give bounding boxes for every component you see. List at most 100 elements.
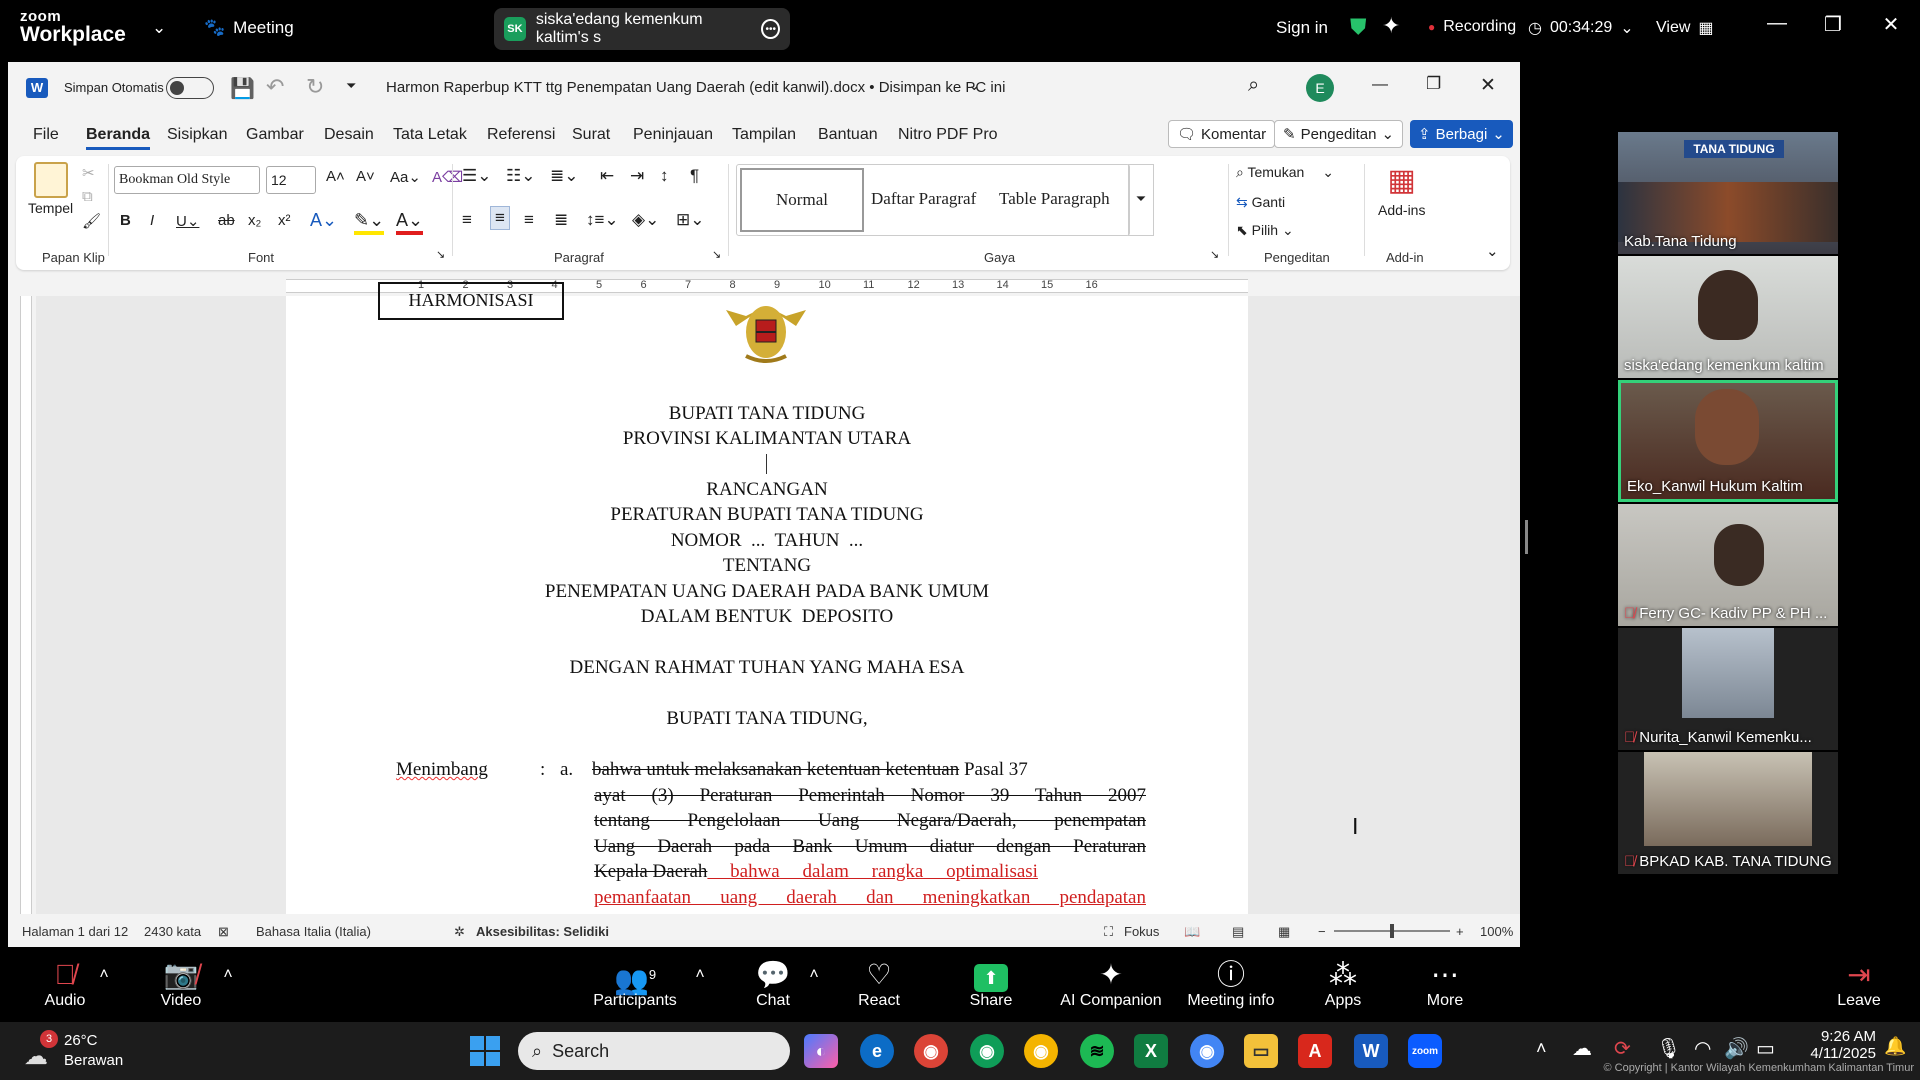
acrobat-icon[interactable]: A: [1298, 1034, 1332, 1068]
restore-icon[interactable]: ❐: [1426, 74, 1441, 94]
cut-icon[interactable]: ✂: [82, 164, 95, 182]
horizontal-ruler[interactable]: 1 2 3 4 5 6 7 8 9 10 11 12 13 14 15 16: [8, 276, 1520, 296]
select-button[interactable]: ⬉ Pilih ⌄: [1236, 222, 1294, 239]
paste-button[interactable]: Tempel: [28, 162, 73, 216]
find-button[interactable]: ⌕ Temukan ⌄: [1236, 164, 1334, 181]
clock[interactable]: 9:26 AM 4/11/2025: [1796, 1028, 1876, 1062]
style-normal[interactable]: Normal: [740, 168, 864, 232]
search-icon[interactable]: ⌕: [1248, 74, 1259, 97]
underline-icon[interactable]: U⌄: [176, 212, 199, 230]
increase-indent-icon[interactable]: ⇥: [630, 166, 644, 186]
menu-peninjauan[interactable]: Peninjauan: [633, 126, 713, 144]
document-title[interactable]: Harmon Raperbup KTT ttg Penempatan Uang …: [386, 79, 1005, 96]
web-layout-icon[interactable]: ▦: [1278, 924, 1290, 940]
notification-bell-icon[interactable]: 🔔: [1884, 1036, 1906, 1057]
zoom-slider[interactable]: [1334, 924, 1450, 938]
share-indicator[interactable]: SK siska'edang kemenkum kaltim's s •••: [494, 8, 790, 50]
participant-tile[interactable]: 🎙̸ Nurita_Kanwil Kemenku...: [1618, 628, 1838, 750]
apps-button[interactable]: ⁂ Apps: [1288, 958, 1398, 1010]
video-options-chevron[interactable]: ˄: [216, 958, 240, 992]
italic-icon[interactable]: I: [150, 212, 154, 229]
tray-chevron-icon[interactable]: ˄: [1536, 1038, 1547, 1059]
chrome-profile-icon[interactable]: ◉: [1024, 1034, 1058, 1068]
align-left-icon[interactable]: ≡: [462, 210, 472, 230]
sign-in-button[interactable]: Sign in: [1276, 18, 1328, 38]
onedrive-icon[interactable]: ☁: [1572, 1036, 1592, 1061]
view-button[interactable]: View ▦: [1656, 18, 1714, 38]
replace-button[interactable]: ⇆ Ganti: [1236, 194, 1285, 211]
wifi-icon[interactable]: ◠: [1694, 1036, 1711, 1061]
recording-indicator[interactable]: ● Recording: [1428, 18, 1516, 36]
font-color-icon[interactable]: A⌄: [396, 210, 424, 235]
print-layout-icon[interactable]: ▤: [1232, 924, 1244, 940]
komentar-button[interactable]: 🗨 Komentar: [1168, 120, 1276, 148]
minimize-icon[interactable]: —: [1762, 12, 1792, 35]
shrink-font-icon[interactable]: A˅: [356, 168, 375, 185]
redo-icon[interactable]: ↻: [306, 74, 324, 100]
microphone-icon[interactable]: 🎙: [1656, 1036, 1681, 1061]
zoom-level[interactable]: 100%: [1480, 924, 1513, 939]
copilot-icon[interactable]: ◐: [804, 1034, 838, 1068]
minimize-icon[interactable]: —: [1372, 76, 1388, 94]
participant-tile[interactable]: TANA TIDUNG Kab.Tana Tidung: [1618, 132, 1838, 254]
start-button[interactable]: [470, 1036, 500, 1066]
panel-resize-handle[interactable]: [1525, 520, 1528, 554]
decrease-indent-icon[interactable]: ⇤: [600, 166, 614, 186]
autosave-toggle[interactable]: [166, 77, 214, 99]
menu-gambar[interactable]: Gambar: [246, 126, 304, 144]
battery-icon[interactable]: ▭: [1756, 1036, 1775, 1061]
format-painter-icon[interactable]: 🖌: [82, 212, 101, 230]
restore-icon[interactable]: ❐: [1818, 12, 1848, 37]
numbering-icon[interactable]: ☷⌄: [506, 166, 535, 186]
chrome-profile-icon[interactable]: ◉: [1190, 1034, 1224, 1068]
zoom-taskbar-icon[interactable]: zoom: [1408, 1034, 1442, 1068]
zoom-in-icon[interactable]: +: [1456, 924, 1464, 939]
menu-tampilan[interactable]: Tampilan: [732, 126, 796, 144]
font-size-select[interactable]: 12: [266, 166, 316, 194]
chat-chevron[interactable]: ˄: [802, 958, 826, 992]
align-center-icon[interactable]: ≡: [490, 206, 510, 230]
more-icon[interactable]: •••: [761, 19, 780, 39]
participant-tile[interactable]: 🎙̸ BPKAD KAB. TANA TIDUNG: [1618, 752, 1838, 874]
add-ins-button[interactable]: ▦ Add-ins: [1378, 164, 1425, 218]
menu-desain[interactable]: Desain: [324, 126, 374, 144]
chrome-icon[interactable]: ◉: [914, 1034, 948, 1068]
edge-icon[interactable]: e: [860, 1034, 894, 1068]
collapse-ribbon-icon[interactable]: ⌄: [1486, 242, 1499, 260]
shading-icon[interactable]: ◈⌄: [632, 210, 659, 230]
participant-tile[interactable]: siska'edang kemenkum kaltim: [1618, 256, 1838, 378]
spotify-icon[interactable]: ≋: [1080, 1034, 1114, 1068]
vertical-ruler[interactable]: [16, 296, 36, 914]
participant-tile-active[interactable]: Eko_Kanwil Hukum Kaltim: [1618, 380, 1838, 502]
menu-nitro[interactable]: Nitro PDF Pro: [898, 126, 998, 144]
volume-icon[interactable]: 🔊: [1724, 1036, 1749, 1061]
align-right-icon[interactable]: ≡: [524, 210, 534, 230]
change-case-icon[interactable]: Aa⌄: [390, 168, 421, 186]
pengeditan-button[interactable]: ✎ Pengeditan ⌄: [1274, 120, 1404, 148]
chrome-profile-icon[interactable]: ◉: [970, 1034, 1004, 1068]
user-avatar[interactable]: E: [1306, 74, 1334, 102]
participants-button[interactable]: 👥9 Participants: [580, 958, 690, 1010]
document-page[interactable]: HARMONISASI BUPATI TANA TIDUNG PROVINSI …: [286, 282, 1248, 914]
bullets-icon[interactable]: ☰⌄: [462, 166, 491, 186]
text-effects-icon[interactable]: A⌄: [310, 210, 337, 231]
meeting-menu[interactable]: 🐾 Meeting: [204, 18, 294, 38]
styles-more-button[interactable]: ⏷: [1128, 164, 1154, 236]
sync-icon[interactable]: ⟳: [1614, 1036, 1631, 1061]
file-explorer-icon[interactable]: ▭: [1244, 1034, 1278, 1068]
dialog-launcher-icon[interactable]: ↘: [436, 248, 445, 261]
chevron-down-icon[interactable]: ⌄: [968, 76, 981, 94]
dialog-launcher-icon[interactable]: ↘: [712, 248, 721, 261]
superscript-icon[interactable]: x²: [278, 212, 291, 229]
zoom-out-icon[interactable]: −: [1318, 924, 1326, 939]
copy-icon[interactable]: ⧉: [82, 188, 93, 205]
close-icon[interactable]: ✕: [1480, 74, 1496, 97]
meeting-timer[interactable]: ◷ 00:34:29 ⌄: [1528, 18, 1634, 38]
highlight-icon[interactable]: ✎⌄: [354, 210, 385, 235]
react-button[interactable]: ♡ React: [824, 958, 934, 1010]
focus-button[interactable]: Fokus: [1124, 924, 1159, 939]
audio-options-chevron[interactable]: ˄: [92, 958, 116, 992]
meeting-info-button[interactable]: ⓘ Meeting info: [1176, 958, 1286, 1010]
page-count[interactable]: Halaman 1 dari 12: [22, 924, 128, 939]
menu-surat[interactable]: Surat: [572, 126, 610, 144]
